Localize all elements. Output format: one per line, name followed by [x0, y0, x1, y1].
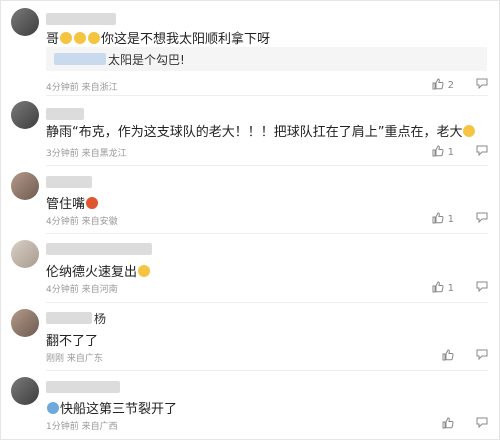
username-visible-part[interactable]: 杨: [94, 310, 106, 327]
username-redacted[interactable]: [46, 312, 92, 324]
comment-bubble-icon[interactable]: [476, 145, 488, 156]
thumbs-up-icon: [432, 212, 444, 224]
comment-text-part: 你这是不想我太阳顺利拿下呀: [101, 32, 271, 47]
like-button[interactable]: 1: [432, 145, 454, 158]
comment-text-part: 翻不了了: [46, 334, 99, 349]
username-redacted[interactable]: [46, 381, 120, 393]
like-button[interactable]: 1: [432, 281, 454, 294]
like-button[interactable]: 1: [432, 212, 454, 225]
divider: [46, 233, 488, 234]
emoji-icon: [88, 32, 101, 44]
comment-meta: 3分钟前 来自黑龙江: [46, 149, 127, 159]
comment-meta: 4分钟前 来自安徽: [46, 217, 118, 227]
emoji-icon: [86, 197, 99, 209]
comment-text: 翻不了了: [46, 330, 98, 349]
username-redacted[interactable]: [46, 243, 152, 255]
quoted-text: 太阳是个勾巴!: [108, 53, 185, 67]
comment-text: 快船这第三节裂开了: [46, 398, 177, 417]
comment-text-part: 管住嘴: [46, 197, 86, 212]
thumbs-up-icon: [432, 145, 444, 157]
avatar[interactable]: [11, 172, 39, 200]
thumbs-up-icon: [432, 281, 444, 293]
avatar[interactable]: [11, 8, 39, 36]
comment-bubble-icon[interactable]: [476, 78, 488, 89]
emoji-icon: [47, 402, 59, 414]
avatar[interactable]: [11, 101, 39, 129]
like-count: 1: [447, 283, 454, 294]
avatar[interactable]: [11, 377, 39, 405]
like-count: 1: [447, 147, 454, 158]
thumbs-up-icon: [442, 349, 454, 361]
emoji-icon: [463, 125, 476, 137]
comment-meta: 1分钟前 来自广西: [46, 422, 118, 432]
like-button[interactable]: 2: [432, 78, 454, 91]
like-button[interactable]: [442, 349, 454, 362]
comment-bubble-icon[interactable]: [476, 417, 488, 428]
comment-meta: 4分钟前 来自河南: [46, 285, 118, 295]
comment-text-part: 伦纳德火速复出: [46, 265, 138, 280]
avatar[interactable]: [11, 240, 39, 268]
thumbs-up-icon: [442, 417, 454, 429]
comment-text: 静雨“布克，作为这支球队的老大！！！把球队扛在了肩上”重点在，老大: [46, 121, 476, 140]
comment-meta: 刚刚 来自广东: [46, 354, 103, 364]
divider: [46, 165, 488, 166]
like-count: 2: [447, 80, 454, 91]
divider: [46, 370, 488, 371]
comment-meta: 4分钟前 来自浙江: [46, 83, 118, 93]
like-count: 1: [447, 214, 454, 225]
comment-text: 哥 你这是不想我太阳顺利拿下呀: [46, 28, 270, 47]
divider: [46, 302, 488, 303]
like-button[interactable]: [442, 417, 454, 430]
username-redacted[interactable]: [46, 108, 84, 120]
divider: [46, 95, 488, 96]
emoji-icon: [60, 32, 73, 44]
comment-text: 伦纳德火速复出: [46, 261, 151, 280]
quoted-username-redacted: [54, 53, 106, 65]
comment-bubble-icon[interactable]: [476, 212, 488, 223]
emoji-icon: [74, 32, 87, 44]
comment-text-part: 哥: [46, 32, 60, 47]
quoted-reply[interactable]: 太阳是个勾巴!: [46, 47, 487, 71]
username-redacted[interactable]: [46, 13, 116, 25]
username-redacted[interactable]: [46, 176, 92, 188]
comment-text-part: 静雨“布克，作为这支球队的老大！！！把球队扛在了肩上”重点在，老大: [46, 125, 463, 140]
thumbs-up-icon: [432, 78, 444, 90]
comment-text: 管住嘴: [46, 193, 99, 212]
comment-bubble-icon[interactable]: [476, 349, 488, 360]
comment-bubble-icon[interactable]: [476, 281, 488, 292]
comment-text-part: 快船这第三节裂开了: [60, 402, 178, 417]
emoji-icon: [138, 265, 151, 277]
avatar[interactable]: [11, 309, 39, 337]
